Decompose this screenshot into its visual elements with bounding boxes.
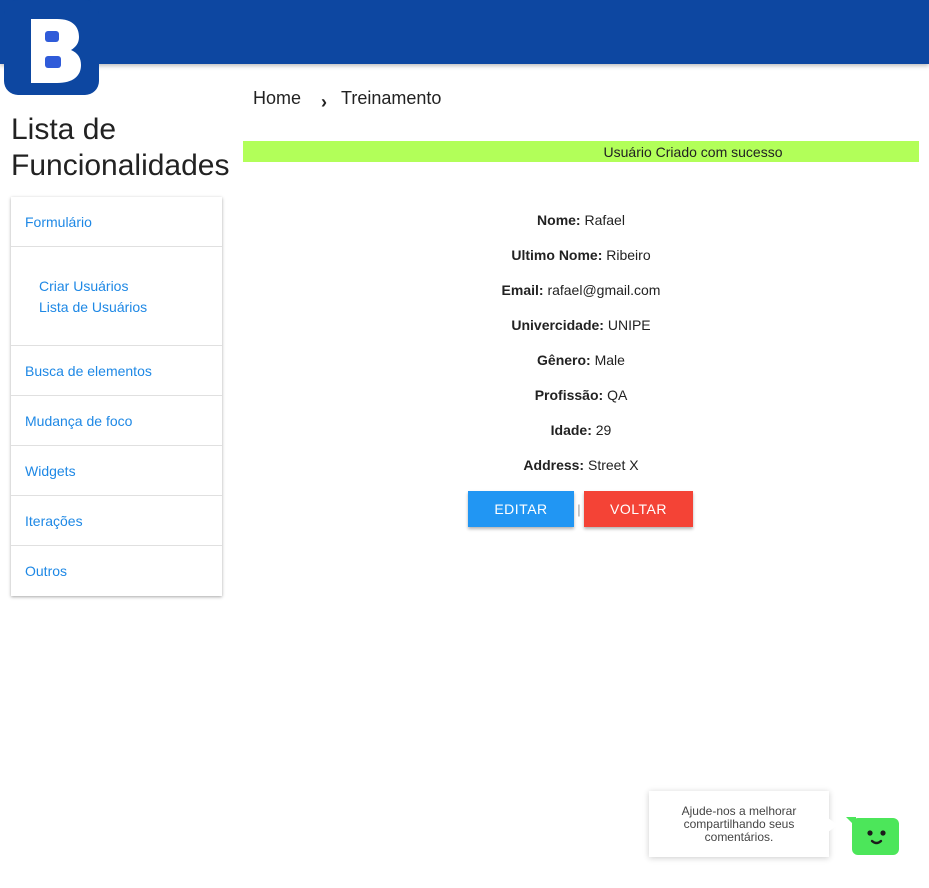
- page-title: Lista de Funcionalidades: [11, 112, 251, 184]
- detail-value: 29: [595, 422, 612, 438]
- detail-label: Univercidade:: [511, 317, 604, 333]
- sidebar-item-widgets[interactable]: Widgets: [11, 446, 222, 496]
- detail-label: Idade:: [550, 422, 592, 438]
- sidebar-item-mudanca-foco[interactable]: Mudança de foco: [11, 396, 222, 446]
- detail-value: Rafael: [584, 212, 625, 228]
- sidebar-item-formulario[interactable]: Formulário: [11, 197, 222, 247]
- breadcrumb: Home › Treinamento: [253, 86, 441, 112]
- detail-label: Profissão:: [534, 387, 604, 403]
- detail-row-nome: Nome: Rafael: [243, 203, 919, 238]
- sidebar-item-iteracoes[interactable]: Iterações: [11, 496, 222, 546]
- edit-button[interactable]: EDITAR: [468, 491, 574, 527]
- detail-row-email: Email: rafael@gmail.com: [243, 273, 919, 308]
- detail-value: UNIPE: [607, 317, 651, 333]
- sidebar-item-busca-elementos[interactable]: Busca de elementos: [11, 346, 222, 396]
- detail-value: QA: [607, 387, 628, 403]
- detail-label: Address:: [523, 457, 585, 473]
- sidebar-subitem-lista-usuarios[interactable]: Lista de Usuários: [39, 297, 222, 318]
- detail-value: Male: [594, 352, 625, 368]
- user-details: Nome: Rafael Ultimo Nome: Ribeiro Email:…: [243, 203, 919, 483]
- detail-value: Street X: [587, 457, 639, 473]
- app-logo[interactable]: [4, 0, 99, 95]
- detail-row-universidade: Univercidade: UNIPE: [243, 308, 919, 343]
- detail-label: Ultimo Nome:: [511, 247, 603, 263]
- success-alert-message: Usuário Criado com sucesso: [603, 143, 783, 160]
- detail-label: Gênero:: [537, 352, 591, 368]
- detail-row-ultimo-nome: Ultimo Nome: Ribeiro: [243, 238, 919, 273]
- sidebar-subitem-criar-usuarios[interactable]: Criar Usuários: [39, 276, 222, 297]
- detail-row-profissao: Profissão: QA: [243, 378, 919, 413]
- button-separator: |: [577, 501, 581, 517]
- chevron-right-icon: ›: [321, 91, 328, 112]
- detail-value: Ribeiro: [606, 247, 651, 263]
- top-app-bar: [0, 0, 929, 64]
- sidebar-submenu-formulario: Criar Usuários Lista de Usuários: [11, 247, 222, 346]
- detail-row-genero: Gênero: Male: [243, 343, 919, 378]
- feedback-message: Ajude-nos a melhorar compartilhando seus…: [681, 803, 797, 844]
- smiley-bot-icon: [867, 830, 886, 845]
- feedback-tooltip: Ajude-nos a melhorar compartilhando seus…: [649, 791, 838, 857]
- success-alert: Usuário Criado com sucesso: [243, 141, 919, 162]
- detail-row-idade: Idade: 29: [243, 413, 919, 448]
- detail-row-address: Address: Street X: [243, 448, 919, 483]
- feedback-bot-button[interactable]: [846, 817, 899, 855]
- back-button[interactable]: VOLTAR: [584, 491, 693, 527]
- detail-value: rafael@gmail.com: [547, 282, 661, 298]
- page-title-line1: Lista de: [11, 113, 117, 146]
- breadcrumb-home[interactable]: Home: [253, 88, 301, 109]
- detail-label: Nome:: [537, 212, 581, 228]
- page-title-line2: Funcionalidades: [11, 149, 230, 182]
- sidebar-item-outros[interactable]: Outros: [11, 546, 222, 596]
- sidebar: Formulário Criar Usuários Lista de Usuár…: [11, 197, 222, 596]
- detail-label: Email:: [501, 282, 544, 298]
- logo-icon: [30, 18, 81, 83]
- breadcrumb-current[interactable]: Treinamento: [341, 88, 441, 109]
- action-buttons: EDITAR | VOLTAR: [468, 491, 693, 527]
